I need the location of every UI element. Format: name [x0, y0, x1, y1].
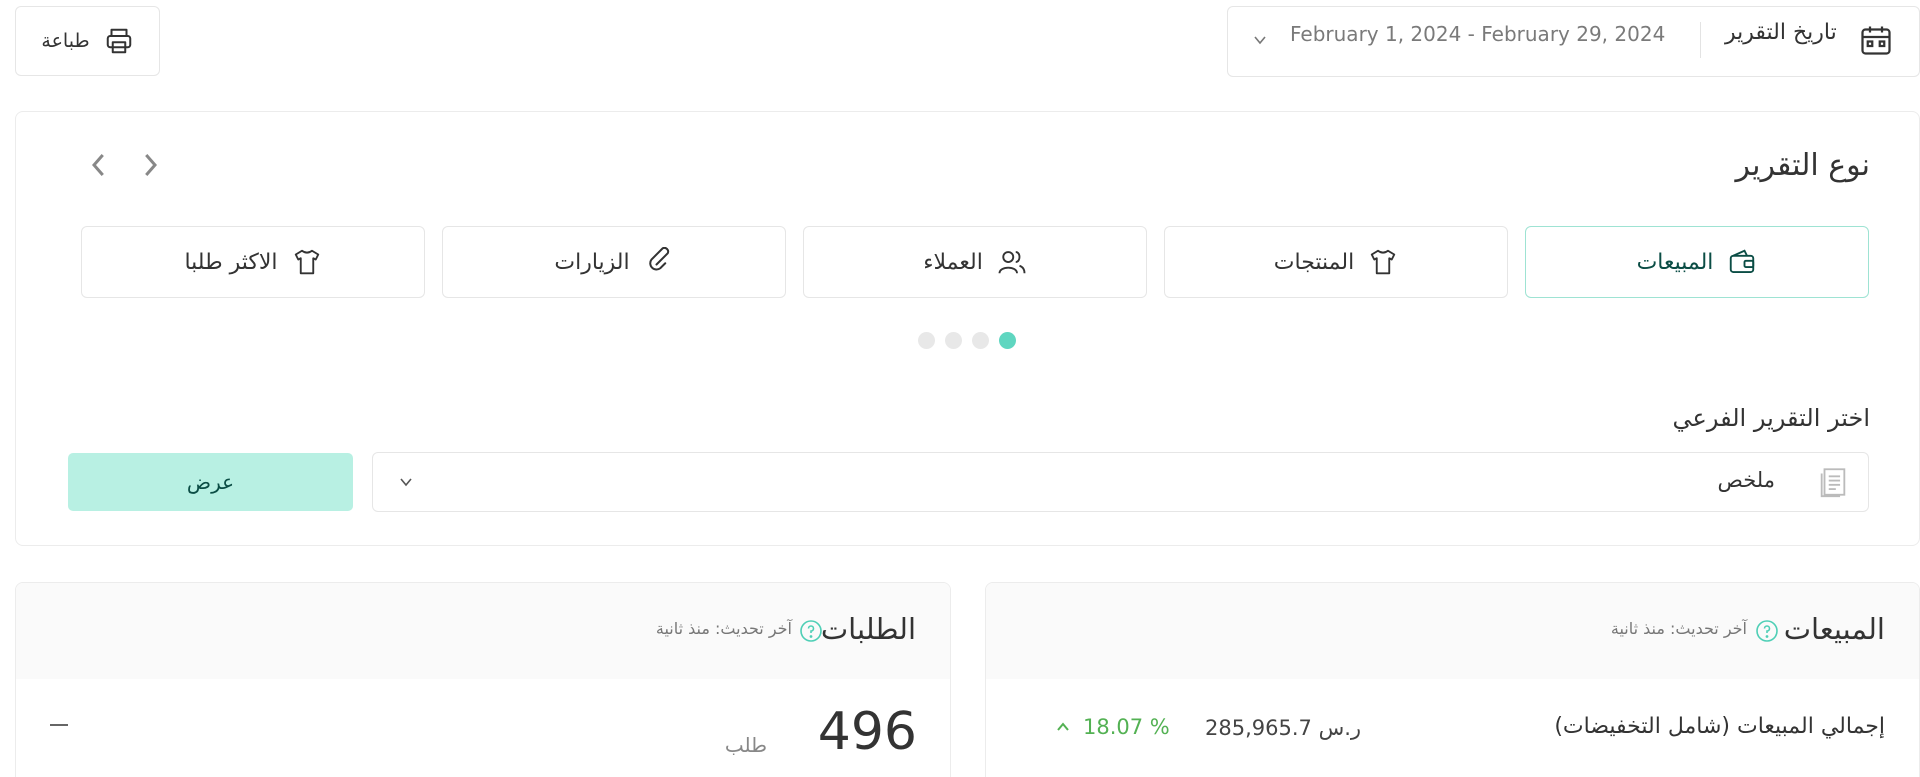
- arrow-up-icon: [1057, 722, 1069, 731]
- sub-report-value: ملخص: [1717, 468, 1775, 492]
- pagination-dot[interactable]: [945, 332, 962, 349]
- dash: [50, 724, 68, 726]
- sales-title: المبيعات: [1783, 612, 1885, 646]
- sales-row-change: 18.07 %: [1055, 715, 1170, 739]
- wallet-icon: [1730, 249, 1755, 273]
- chevron-down-icon[interactable]: [396, 472, 416, 492]
- help-icon[interactable]: [1755, 619, 1779, 643]
- document-icon: [1820, 468, 1846, 498]
- tab-label: الزيارات: [554, 249, 630, 275]
- help-icon[interactable]: [799, 619, 823, 643]
- orders-updated: آخر تحديث: منذ ثانية: [655, 619, 792, 638]
- report-type-title: نوع التقرير: [1735, 148, 1870, 183]
- printer-icon: [106, 28, 131, 54]
- chevron-right-icon[interactable]: [135, 150, 165, 180]
- carousel-pagination: [918, 332, 1016, 349]
- tab-sales[interactable]: المبيعات: [1525, 226, 1869, 298]
- date-range-value: February 1, 2024 - February 29, 2024: [1290, 22, 1666, 46]
- orders-unit: طلب: [724, 733, 767, 757]
- orders-count: 496: [817, 702, 917, 762]
- tab-visits[interactable]: الزيارات: [442, 226, 786, 298]
- pagination-dot[interactable]: [972, 332, 989, 349]
- sales-card: [985, 582, 1920, 777]
- pagination-dot-active[interactable]: [999, 332, 1016, 349]
- sub-report-label: اختر التقرير الفرعي: [1672, 404, 1870, 432]
- date-label: تاريخ التقرير: [1725, 20, 1837, 45]
- print-label: طباعة: [41, 30, 90, 52]
- tab-label: المنتجات: [1273, 249, 1355, 275]
- users-icon: [998, 251, 1026, 274]
- tab-top-ordered[interactable]: الاكثر طلبا: [81, 226, 425, 298]
- tab-label: الاكثر طلبا: [184, 249, 278, 275]
- sales-row-value: 285,965.7 ر.س: [1205, 716, 1362, 740]
- sales-updated: آخر تحديث: منذ ثانية: [1610, 619, 1747, 638]
- calendar-icon: [1861, 26, 1891, 55]
- change-value: 18.07 %: [1083, 715, 1170, 739]
- tab-products[interactable]: المنتجات: [1164, 226, 1508, 298]
- link-icon: [648, 247, 669, 271]
- orders-card: [15, 582, 951, 777]
- pagination-dot[interactable]: [918, 332, 935, 349]
- card-header: [986, 583, 1919, 679]
- tshirt-icon: [294, 249, 319, 275]
- chevron-left-icon[interactable]: [84, 150, 114, 180]
- tshirt-icon: [1371, 249, 1396, 275]
- sub-report-select[interactable]: [372, 452, 1869, 512]
- orders-title: الطلبات: [820, 612, 916, 646]
- sales-row-label: إجمالي المبيعات (شامل التخفيضات): [1554, 714, 1885, 739]
- show-label: عرض: [186, 470, 235, 494]
- tab-label: العملاء: [923, 249, 983, 275]
- show-button[interactable]: عرض: [68, 453, 353, 511]
- chevron-down-icon[interactable]: [1250, 30, 1270, 50]
- divider: [1700, 22, 1701, 58]
- tab-label: المبيعات: [1636, 249, 1714, 275]
- tab-customers[interactable]: العملاء: [803, 226, 1147, 298]
- print-button[interactable]: طباعة: [15, 6, 160, 76]
